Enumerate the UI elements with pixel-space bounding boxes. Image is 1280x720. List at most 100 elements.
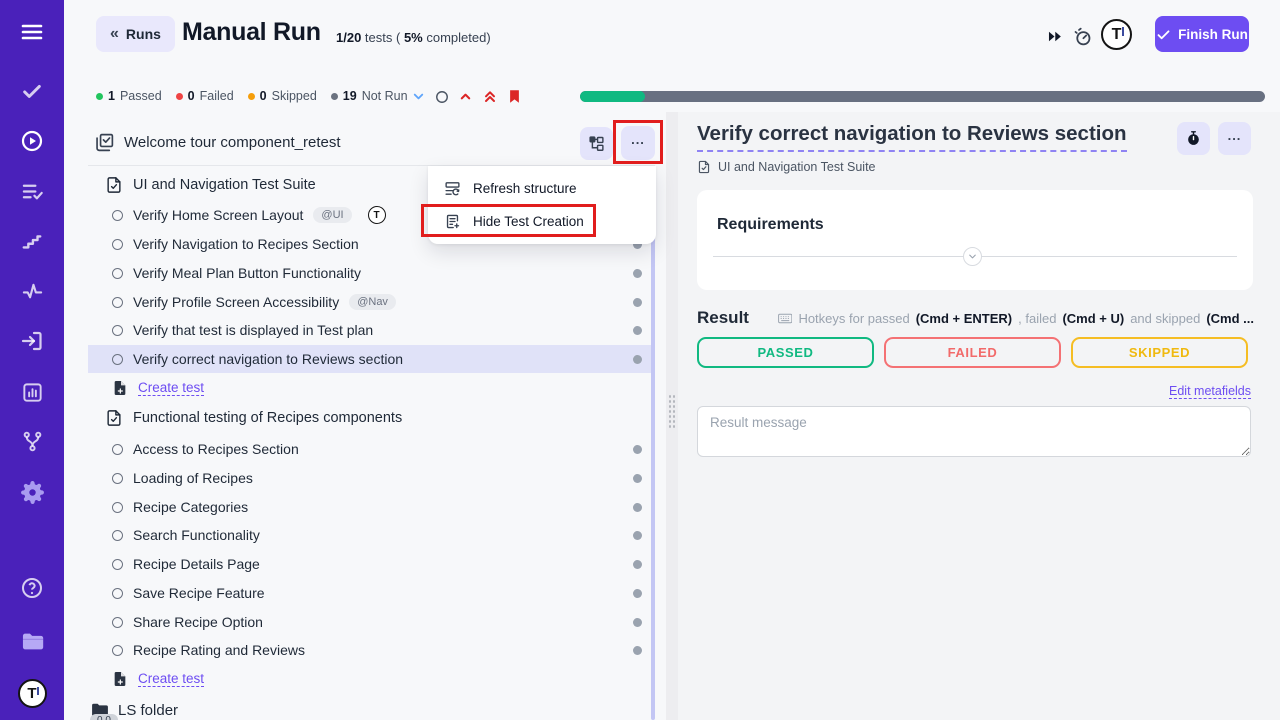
test-status-bullet: [112, 297, 123, 308]
test-row[interactable]: Recipe Categories: [88, 493, 652, 521]
tests-count: 1/20: [336, 30, 361, 45]
menu-label: Hide Test Creation: [473, 214, 584, 229]
test-row[interactable]: Share Recipe Option: [88, 608, 652, 636]
chevron-up-icon[interactable]: [458, 89, 473, 104]
skipped-button[interactable]: SKIPPED: [1071, 337, 1248, 368]
passed-button[interactable]: PASSED: [697, 337, 874, 368]
test-status-bullet: [112, 559, 123, 570]
circle-icon[interactable]: [435, 90, 449, 104]
notrun-status-dot: [633, 445, 642, 454]
activity-icon[interactable]: [0, 274, 64, 308]
requirements-title: Requirements: [717, 216, 824, 234]
notrun-status-dot: [633, 298, 642, 307]
ellipsis-icon: ...: [1228, 131, 1242, 141]
create-test-row[interactable]: Create test: [88, 374, 652, 402]
failed-button[interactable]: FAILED: [884, 337, 1061, 368]
test-row[interactable]: Access to Recipes Section: [88, 435, 652, 463]
create-test-link[interactable]: Create test: [138, 380, 204, 396]
chevron-down-icon[interactable]: [411, 89, 426, 104]
detail-more-button[interactable]: ...: [1218, 122, 1251, 155]
test-row[interactable]: Verify Meal Plan Button Functionality: [88, 259, 652, 287]
test-label: Search Functionality: [133, 527, 260, 543]
back-to-runs-button[interactable]: « Runs: [96, 16, 175, 52]
test-detail-panel: Verify correct navigation to Reviews sec…: [678, 112, 1280, 720]
notrun-status-dot: [633, 269, 642, 278]
result-message-input[interactable]: [697, 406, 1251, 457]
folder-row[interactable]: LS folder: [88, 696, 652, 720]
run-status-counts: 1Passed 0Failed 0Skipped 19Not Run: [96, 89, 408, 103]
check-icon[interactable]: [0, 74, 64, 108]
requirements-expand-toggle[interactable]: [963, 247, 982, 266]
folder-icon[interactable]: [0, 624, 64, 658]
test-row[interactable]: Verify Profile Screen Accessibility @Nav: [88, 288, 652, 316]
skipped-count: 0Skipped: [248, 89, 317, 103]
steps-icon[interactable]: [0, 224, 64, 258]
tree-more-button[interactable]: ...: [621, 126, 655, 160]
settings-gear-icon[interactable]: [0, 475, 64, 509]
test-row[interactable]: Recipe Rating and Reviews: [88, 636, 652, 664]
test-row-selected[interactable]: Verify correct navigation to Reviews sec…: [88, 345, 652, 373]
run-tree-title: Welcome tour component_retest: [124, 134, 341, 151]
play-circle-icon[interactable]: [0, 124, 64, 158]
chevrons-up-icon[interactable]: [482, 89, 498, 105]
menu-icon[interactable]: [0, 15, 64, 49]
test-detail-title[interactable]: Verify correct navigation to Reviews sec…: [697, 122, 1127, 152]
bar-chart-icon[interactable]: [0, 375, 64, 409]
file-check-icon: [105, 409, 123, 427]
tree-more-menu: Refresh structure Hide Test Creation: [428, 166, 656, 244]
tree-scrollbar[interactable]: [651, 170, 655, 720]
timer-icon[interactable]: [1070, 24, 1094, 48]
menu-item-hide-test-creation[interactable]: Hide Test Creation: [428, 205, 656, 238]
create-test-link[interactable]: Create test: [138, 671, 204, 687]
panel-resize-handle[interactable]: [668, 394, 676, 430]
test-label: Share Recipe Option: [133, 614, 263, 630]
structure-icon: [588, 135, 605, 152]
brand-logo[interactable]: T: [0, 676, 64, 710]
log-in-icon[interactable]: [0, 324, 64, 358]
notrun-status-dot: [633, 355, 642, 364]
test-status-bullet: [112, 325, 123, 336]
tests-word: tests (: [361, 30, 404, 45]
suite-name: Functional testing of Recipes components: [133, 410, 402, 426]
create-test-row[interactable]: Create test: [88, 665, 652, 693]
test-row[interactable]: Verify that test is displayed in Test pl…: [88, 316, 652, 344]
finish-run-button[interactable]: Finish Run: [1155, 16, 1249, 52]
test-status-bullet: [112, 530, 123, 541]
suite-name: UI and Navigation Test Suite: [133, 177, 316, 193]
menu-item-refresh-structure[interactable]: Refresh structure: [428, 172, 656, 205]
app-root: T « Runs Manual Run 1/20 tests ( 5% comp…: [0, 0, 1280, 720]
detail-suite-breadcrumb: UI and Navigation Test Suite: [697, 160, 876, 174]
suite-row[interactable]: Functional testing of Recipes components: [88, 404, 652, 432]
bookmark-icon[interactable]: [507, 88, 522, 105]
file-check-icon: [697, 160, 711, 174]
logo-letter: T: [27, 685, 36, 702]
test-status-bullet: [112, 354, 123, 365]
automation-logo-icon: T: [368, 206, 386, 224]
notrun-status-dot: [633, 531, 642, 540]
tree-structure-button[interactable]: [580, 127, 613, 160]
notrun-status-dot: [633, 503, 642, 512]
test-status-bullet: [112, 645, 123, 656]
test-label: Verify Navigation to Recipes Section: [133, 236, 359, 252]
list-check-icon[interactable]: [0, 174, 64, 208]
back-label: Runs: [126, 26, 161, 42]
test-label: Save Recipe Feature: [133, 585, 265, 601]
test-label: Recipe Categories: [133, 499, 248, 515]
test-row[interactable]: Search Functionality: [88, 521, 652, 549]
hide-test-creation-icon: [444, 213, 461, 230]
test-label: Recipe Rating and Reviews: [133, 642, 305, 658]
test-row[interactable]: Loading of Recipes: [88, 464, 652, 492]
detail-timer-button[interactable]: [1177, 122, 1210, 155]
notrun-dot: [331, 93, 338, 100]
folder-label: LS folder: [118, 702, 178, 719]
header-brand-logo[interactable]: T: [1101, 19, 1132, 50]
test-status-bullet: [112, 617, 123, 628]
notrun-status-dot: [633, 326, 642, 335]
ellipsis-icon: ...: [631, 135, 645, 145]
git-branch-icon[interactable]: [0, 424, 64, 458]
help-icon[interactable]: [0, 571, 64, 605]
test-row[interactable]: Save Recipe Feature: [88, 579, 652, 607]
edit-metafields-link[interactable]: Edit metafields: [1169, 384, 1251, 399]
fast-forward-icon[interactable]: [1042, 24, 1066, 48]
test-row[interactable]: Recipe Details Page: [88, 550, 652, 578]
